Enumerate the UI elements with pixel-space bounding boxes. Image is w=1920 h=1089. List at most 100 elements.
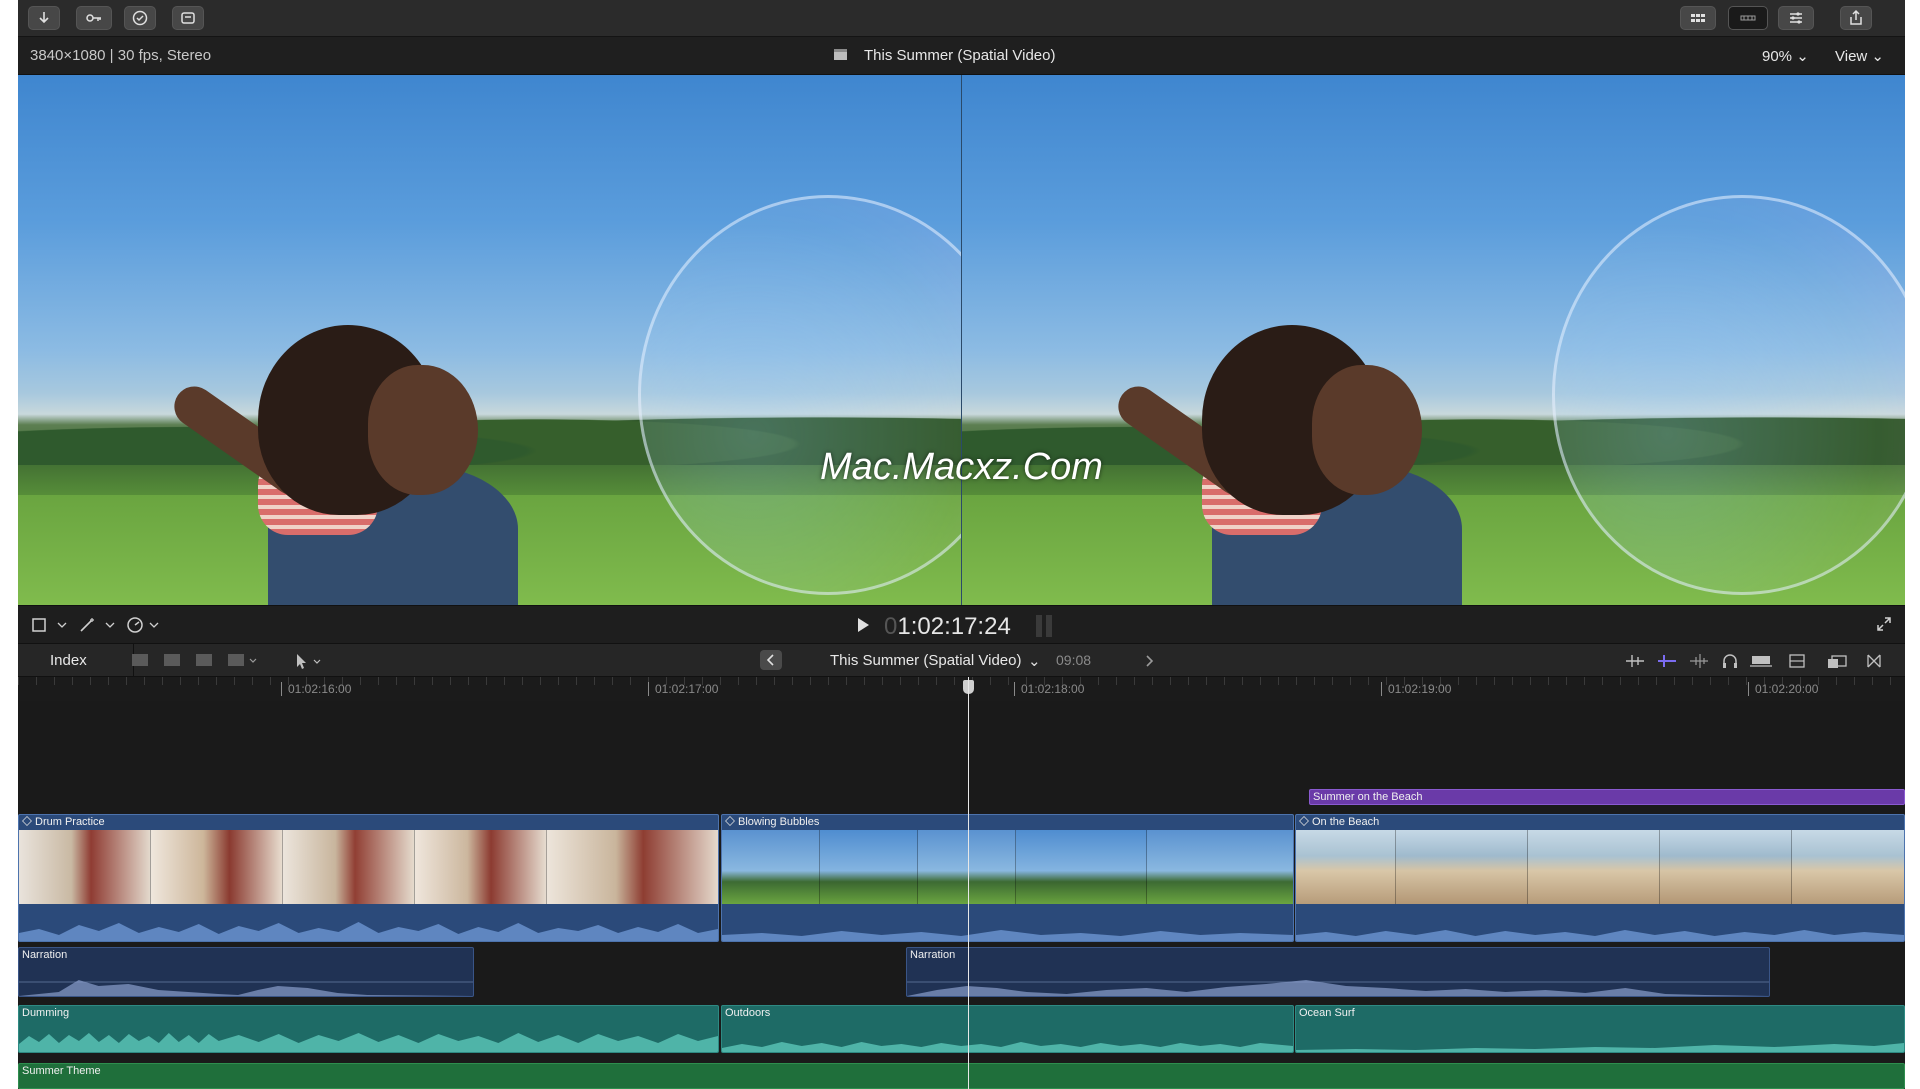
viewer[interactable] [18, 75, 1905, 605]
music-clip-summer-theme[interactable]: Summer Theme [18, 1063, 1905, 1089]
viewer-info-bar: 3840×1080 | 30 fps, Stereo This Summer (… [18, 37, 1905, 75]
zoom-menu[interactable]: 90% ⌄ [1762, 47, 1809, 65]
clip-label: Dumming [22, 1007, 70, 1019]
transport-bar: 01:02:17:24 [18, 605, 1905, 643]
ruler-tick: 01:02:16:00 [281, 682, 351, 696]
timeline-project-title[interactable]: This Summer (Spatial Video) [830, 652, 1021, 669]
inspector-icon [1790, 12, 1802, 24]
viewer-project-title: This Summer (Spatial Video) [864, 47, 1056, 64]
audio-waveform [19, 1033, 718, 1052]
keyword-button[interactable] [76, 6, 112, 30]
clip-label: Drum Practice [35, 816, 105, 828]
left-eye-frame [18, 75, 961, 605]
clip-thumbnails [19, 830, 718, 904]
music-clip-ocean-surf[interactable]: Ocean Surf [1295, 1005, 1905, 1053]
ruler-tick: 01:02:20:00 [1748, 682, 1818, 696]
clip-label: Outdoors [725, 1007, 771, 1019]
timeline-ruler[interactable]: 01:02:16:00 01:02:17:00 01:02:18:00 01:0… [18, 677, 1905, 701]
play-icon [858, 618, 869, 632]
background-tasks-button[interactable] [124, 6, 156, 30]
ruler-tick: 01:02:19:00 [1381, 682, 1451, 696]
history-back-button[interactable] [760, 650, 782, 670]
headphones-icon [1723, 654, 1737, 668]
narration-clip[interactable]: Narration [18, 947, 474, 997]
import-button[interactable] [28, 6, 60, 30]
watermark-text: Mac.Macxz.Com [820, 446, 1103, 488]
title-clip[interactable]: Summer on the Beach [1309, 789, 1905, 805]
right-eye-frame [962, 75, 1905, 605]
select-tool-button[interactable] [294, 652, 328, 674]
spatial-video-icon [1299, 816, 1309, 826]
music-clip-outdoors[interactable]: Outdoors [721, 1005, 1294, 1053]
spatial-video-icon [22, 816, 32, 826]
transform-tool-button[interactable] [30, 616, 70, 639]
audio-waveform [722, 1042, 1293, 1052]
view-menu[interactable]: View ⌄ [1835, 47, 1884, 65]
chevron-down-icon: ⌄ [1796, 48, 1809, 65]
project-duration: 09:08 [1056, 652, 1092, 668]
clip-thumbnails [722, 830, 1293, 904]
tag-button[interactable] [172, 6, 204, 30]
magic-wand-icon [80, 618, 115, 632]
index-button[interactable]: Index [50, 652, 87, 669]
spatial-video-icon [725, 816, 735, 826]
audio-waveform [722, 930, 1293, 941]
clip-label: Blowing Bubbles [738, 816, 820, 828]
solo-icon [1750, 656, 1772, 667]
timecode-value: 1:02:17:24 [897, 613, 1011, 640]
timeline[interactable]: Summer on the Beach Drum Practice Blowin… [18, 701, 1905, 1089]
timecode-display[interactable]: 01:02:17:24 [884, 613, 1011, 641]
effects-browser-icon [1828, 655, 1847, 668]
clip-label: Narration [910, 949, 956, 961]
audio-waveform [1296, 930, 1904, 941]
share-button[interactable] [1840, 6, 1872, 30]
transform-icon [32, 618, 67, 632]
skimming-icon [1658, 655, 1676, 667]
history-forward-button[interactable] [1144, 654, 1154, 671]
keyword-icon [86, 14, 101, 22]
enhance-tool-button[interactable] [78, 616, 118, 639]
audio-waveform [907, 980, 1769, 996]
audio-meter-left [1036, 615, 1042, 637]
video-clip-blowing-bubbles[interactable]: Blowing Bubbles [721, 814, 1294, 942]
clip-label: On the Beach [1312, 816, 1380, 828]
chevron-down-icon: ⌄ [1871, 48, 1884, 65]
zoom-value: 90% [1762, 48, 1793, 65]
clip-label: Narration [22, 949, 68, 961]
timecode-dim: 0 [884, 613, 898, 640]
clip-appearance-icon [1789, 654, 1805, 668]
final-cut-window: 3840×1080 | 30 fps, Stereo This Summer (… [18, 0, 1905, 1089]
playhead[interactable] [968, 677, 969, 1089]
clip-thumbnails [1296, 830, 1904, 904]
video-clip-drum-practice[interactable]: Drum Practice [18, 814, 719, 942]
speed-tool-button[interactable] [126, 616, 166, 639]
audio-waveform [19, 922, 718, 941]
timeline-icon [1740, 15, 1756, 21]
clapper-icon [833, 48, 848, 65]
browser-toggle-button[interactable] [1680, 6, 1716, 30]
clip-label: Summer Theme [22, 1065, 101, 1077]
expand-icon [1877, 617, 1891, 631]
clip-label: Ocean Surf [1299, 1007, 1355, 1019]
timeline-header: Index This Summer (Spatial Video) ⌄ 09:0… [18, 643, 1905, 678]
chevron-down-icon[interactable]: ⌄ [1028, 652, 1041, 670]
transitions-browser-icon [1867, 654, 1881, 668]
import-icon [39, 12, 49, 24]
play-button[interactable] [856, 617, 870, 638]
video-clip-on-the-beach[interactable]: On the Beach [1295, 814, 1905, 942]
ruler-tick: 01:02:17:00 [648, 682, 718, 696]
chevron-right-icon [1146, 655, 1154, 667]
audio-waveform [19, 980, 473, 996]
fullscreen-button[interactable] [1876, 616, 1892, 637]
format-label: 3840×1080 | 30 fps, Stereo [30, 47, 212, 64]
narration-clip[interactable]: Narration [906, 947, 1770, 997]
inspector-toggle-button[interactable] [1778, 6, 1814, 30]
music-clip-dumming[interactable]: Dumming [18, 1005, 719, 1053]
snapping-icon [1626, 655, 1644, 667]
timeline-toggle-button[interactable] [1728, 6, 1768, 30]
edit-buttons [130, 650, 290, 676]
view-menu-label: View [1835, 48, 1868, 65]
top-toolbar [18, 0, 1905, 37]
chevron-left-icon [766, 654, 774, 666]
share-icon [1850, 9, 1862, 25]
